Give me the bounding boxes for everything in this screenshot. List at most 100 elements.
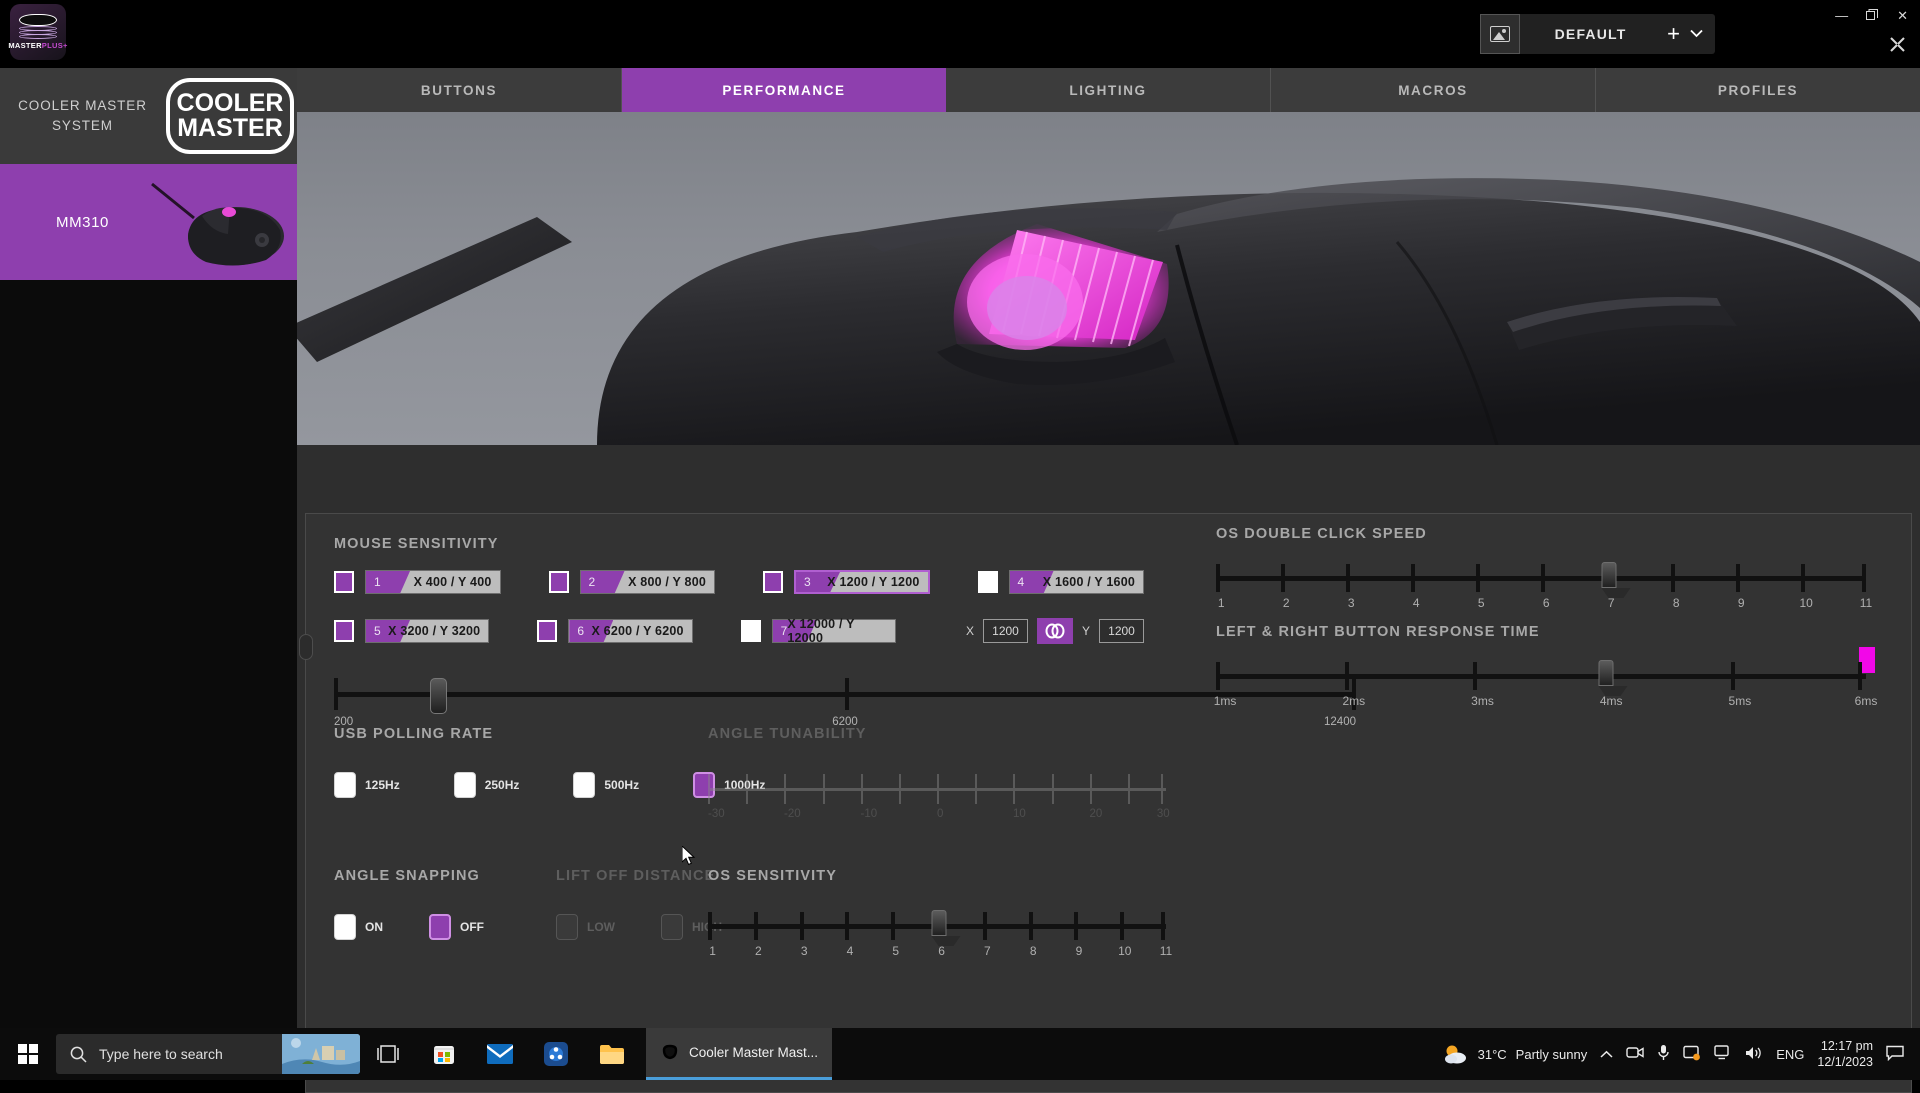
angle-snapping-option-on[interactable]: ON bbox=[334, 914, 383, 940]
brt-tick-3ms: 3ms bbox=[1471, 694, 1494, 708]
screen-snip-icon[interactable] bbox=[1683, 1045, 1701, 1064]
photos-icon[interactable] bbox=[528, 1028, 584, 1080]
os-sensitivity-handle[interactable] bbox=[932, 910, 947, 936]
task-view-icon[interactable] bbox=[360, 1028, 416, 1080]
taskbar-app-cooler-master[interactable]: Cooler Master Mast... bbox=[646, 1028, 832, 1080]
dpi-bar-3[interactable]: 3 X 1200 / Y 1200 bbox=[794, 570, 930, 594]
close-button[interactable]: ✕ bbox=[1897, 9, 1908, 23]
add-profile-button[interactable]: + bbox=[1661, 23, 1686, 45]
dpi-index-5: 5 bbox=[374, 624, 381, 638]
dpi-bar-1[interactable]: 1 X 400 / Y 400 bbox=[365, 570, 501, 594]
dpi-range-slider[interactable]: 200 6200 12400 bbox=[334, 670, 1356, 726]
tab-macros[interactable]: MACROS bbox=[1271, 68, 1596, 112]
dpi-x-input[interactable] bbox=[983, 619, 1028, 643]
os-sensitivity-slider[interactable]: 1 2 3 4 5 6 7 8 9 10 11 bbox=[708, 910, 1166, 960]
os-double-click-handle[interactable] bbox=[1602, 562, 1617, 588]
os-double-click-slider[interactable]: 1 2 3 4 5 6 7 8 9 10 11 bbox=[1216, 562, 1866, 612]
polling-radio-125hz[interactable] bbox=[334, 772, 356, 798]
panel-resize-grip[interactable] bbox=[299, 634, 313, 660]
lift-off-label-low: LOW bbox=[587, 920, 615, 934]
os-double-click-speed-section: OS DOUBLE CLICK SPEED 1 2 3 4 5 6 bbox=[1216, 526, 1866, 612]
dcs-tick-7: 7 bbox=[1608, 596, 1615, 610]
profile-selector[interactable]: DEFAULT + bbox=[1480, 14, 1715, 54]
dpi-bar-7[interactable]: 7 X 12000 / Y 12000 bbox=[772, 619, 896, 643]
dpi-preset-5[interactable]: 5 X 3200 / Y 3200 bbox=[334, 618, 489, 644]
dpi-enable-checkbox-7[interactable] bbox=[741, 620, 761, 642]
dpi-enable-checkbox-1[interactable] bbox=[334, 571, 354, 593]
angle-snapping-radio-off[interactable] bbox=[429, 914, 451, 940]
dpi-preset-7[interactable]: 7 X 12000 / Y 12000 bbox=[741, 618, 896, 644]
tab-lighting[interactable]: LIGHTING bbox=[946, 68, 1271, 112]
search-input[interactable]: Type here to search bbox=[56, 1034, 360, 1074]
file-explorer-icon[interactable] bbox=[584, 1028, 640, 1080]
dpi-enable-checkbox-3[interactable] bbox=[763, 571, 783, 593]
sidebar-item-system[interactable]: COOLER MASTER SYSTEM COOLER MASTER bbox=[0, 68, 297, 164]
button-response-handle[interactable] bbox=[1599, 660, 1614, 686]
link-icon[interactable] bbox=[1037, 618, 1073, 644]
dpi-value-5: X 3200 / Y 3200 bbox=[388, 624, 480, 638]
tab-buttons[interactable]: BUTTONS bbox=[297, 68, 622, 112]
language-indicator[interactable]: ENG bbox=[1776, 1047, 1804, 1062]
clock[interactable]: 12:17 pm 12/1/2023 bbox=[1817, 1038, 1873, 1070]
dpi-preset-4[interactable]: 4 X 1600 / Y 1600 bbox=[978, 570, 1145, 594]
angle-snapping-radio-on[interactable] bbox=[334, 914, 356, 940]
polling-label-125hz: 125Hz bbox=[365, 778, 400, 792]
tab-profiles[interactable]: PROFILES bbox=[1596, 68, 1920, 112]
taskbar-app-label: Cooler Master Mast... bbox=[689, 1045, 818, 1060]
start-icon[interactable] bbox=[0, 1028, 56, 1080]
os-sens-tick-4: 4 bbox=[847, 944, 854, 958]
chevron-down-icon[interactable] bbox=[1686, 27, 1715, 41]
dpi-enable-checkbox-5[interactable] bbox=[334, 620, 354, 642]
lift-off-radio-low bbox=[556, 914, 578, 940]
angle-tick-20: 20 bbox=[1090, 808, 1103, 820]
os-sensitivity-section: OS SENSITIVITY 1 2 3 4 5 6 7 bbox=[708, 868, 1168, 960]
dpi-preset-3[interactable]: 3 X 1200 / Y 1200 bbox=[763, 570, 930, 594]
dpi-bar-6[interactable]: 6 X 6200 / Y 6200 bbox=[568, 619, 692, 643]
dpi-enable-checkbox-2[interactable] bbox=[549, 571, 569, 593]
search-icon bbox=[70, 1046, 87, 1063]
button-response-time-slider[interactable]: 1ms 2ms 3ms 4ms 5ms 6ms bbox=[1216, 660, 1866, 710]
window-controls: — ✕ bbox=[1835, 8, 1908, 24]
maximize-button[interactable] bbox=[1866, 8, 1879, 24]
dcs-tick-10: 10 bbox=[1800, 596, 1813, 610]
mail-icon[interactable] bbox=[472, 1028, 528, 1080]
dpi-enable-checkbox-4[interactable] bbox=[978, 571, 998, 593]
dpi-preset-6[interactable]: 6 X 6200 / Y 6200 bbox=[537, 618, 692, 644]
tools-icon[interactable] bbox=[1889, 36, 1906, 57]
polling-radio-250hz[interactable] bbox=[454, 772, 476, 798]
polling-option-250hz[interactable]: 250Hz bbox=[454, 772, 520, 798]
notifications-icon[interactable] bbox=[1886, 1045, 1904, 1064]
dpi-preset-2[interactable]: 2 X 800 / Y 800 bbox=[549, 570, 716, 594]
masterplus-logo: MASTERPLUS+ bbox=[10, 4, 66, 60]
profile-image-button[interactable] bbox=[1480, 14, 1520, 54]
angle-snapping-option-off[interactable]: OFF bbox=[429, 914, 484, 940]
camera-icon[interactable] bbox=[1626, 1045, 1644, 1063]
dpi-x-label: X bbox=[966, 624, 974, 638]
tab-performance[interactable]: PERFORMANCE bbox=[622, 68, 946, 112]
show-hidden-icons-chevron[interactable] bbox=[1600, 1047, 1613, 1062]
brt-tick-1ms: 1ms bbox=[1214, 694, 1237, 708]
microphone-icon[interactable] bbox=[1657, 1044, 1670, 1064]
dpi-enable-checkbox-6[interactable] bbox=[537, 620, 557, 642]
dpi-y-input[interactable] bbox=[1099, 619, 1144, 643]
angle-snapping-label-off: OFF bbox=[460, 920, 484, 934]
dpi-bar-4[interactable]: 4 X 1600 / Y 1600 bbox=[1009, 570, 1145, 594]
volume-icon[interactable] bbox=[1745, 1045, 1763, 1064]
dpi-slider-handle[interactable] bbox=[430, 678, 447, 714]
dpi-bar-2[interactable]: 2 X 800 / Y 800 bbox=[580, 570, 716, 594]
polling-option-125hz[interactable]: 125Hz bbox=[334, 772, 400, 798]
minimize-button[interactable]: — bbox=[1835, 9, 1848, 23]
os-sens-tick-7: 7 bbox=[984, 944, 991, 958]
polling-option-500hz[interactable]: 500Hz bbox=[573, 772, 639, 798]
microsoft-store-icon[interactable] bbox=[416, 1028, 472, 1080]
dpi-preset-1[interactable]: 1 X 400 / Y 400 bbox=[334, 570, 501, 594]
display-icon[interactable] bbox=[1714, 1045, 1732, 1063]
dcs-tick-2: 2 bbox=[1283, 596, 1290, 610]
polling-radio-500hz[interactable] bbox=[573, 772, 595, 798]
dpi-value-7: X 12000 / Y 12000 bbox=[787, 617, 887, 645]
angle-tick-10: 10 bbox=[1013, 808, 1026, 820]
weather-widget[interactable]: 31°C Partly sunny bbox=[1443, 1043, 1588, 1065]
dpi-bar-5[interactable]: 5 X 3200 / Y 3200 bbox=[365, 619, 489, 643]
sidebar-item-mm310[interactable]: MM310 bbox=[0, 164, 297, 280]
polling-label-250hz: 250Hz bbox=[485, 778, 520, 792]
